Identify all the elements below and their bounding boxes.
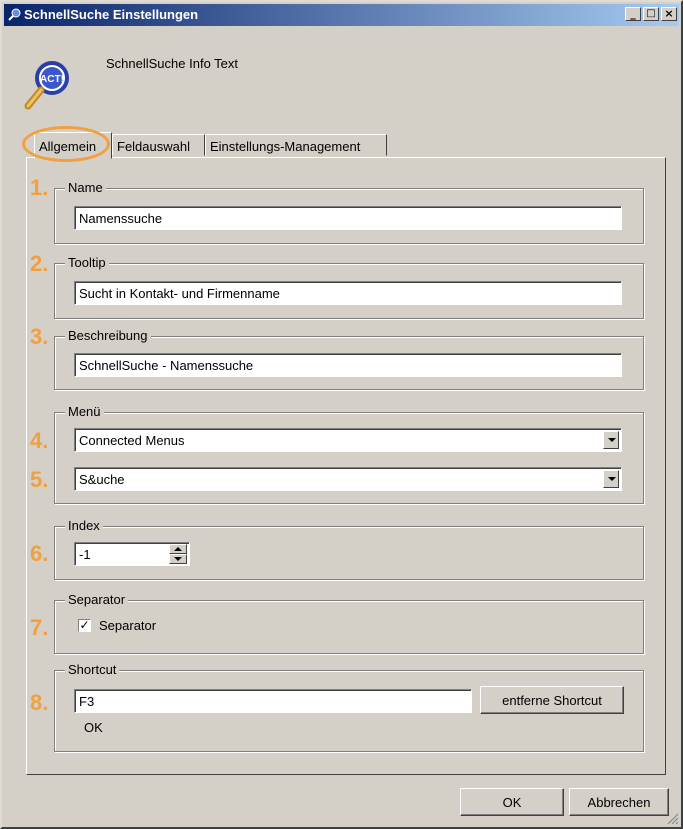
- window-title: SchnellSuche Einstellungen: [24, 7, 199, 22]
- tab-highlight-circle: [22, 126, 110, 162]
- submenu-select-value: S&uche: [79, 472, 125, 487]
- separator-legend: Separator: [65, 592, 129, 607]
- resize-grip-icon[interactable]: [667, 813, 679, 825]
- marker-8: 8.: [30, 690, 49, 715]
- menu-select-value: Connected Menus: [79, 433, 185, 448]
- marker-1: 1.: [30, 175, 49, 200]
- marker-7: 7.: [30, 615, 49, 640]
- submenu-dropdown-arrow-icon[interactable]: [603, 470, 619, 488]
- app-icon: [8, 8, 21, 21]
- title-bar[interactable]: SchnellSuche Einstellungen _ □ ×: [4, 4, 679, 26]
- shortcut-status: OK: [84, 720, 103, 735]
- spin-down-icon[interactable]: [169, 554, 187, 564]
- marker-4: 4.: [30, 428, 49, 453]
- index-legend: Index: [65, 518, 103, 533]
- description-field[interactable]: SchnellSuche - Namenssuche: [74, 353, 622, 377]
- remove-shortcut-button[interactable]: entferne Shortcut: [480, 686, 624, 714]
- marker-3: 3.: [30, 324, 49, 349]
- marker-5: 5.: [30, 467, 49, 492]
- name-legend: Name: [65, 180, 106, 195]
- separator-checkbox-label: Separator: [99, 618, 157, 633]
- ok-button[interactable]: OK: [460, 788, 564, 816]
- index-value: -1: [79, 547, 91, 562]
- cancel-button[interactable]: Abbrechen: [569, 788, 669, 816]
- marker-6: 6.: [30, 541, 49, 566]
- tooltip-legend: Tooltip: [65, 255, 109, 270]
- submenu-select[interactable]: S&uche: [74, 467, 622, 491]
- maximize-button[interactable]: □: [643, 7, 659, 21]
- shortcut-field[interactable]: F3: [74, 689, 472, 713]
- menu-dropdown-arrow-icon[interactable]: [603, 431, 619, 449]
- magnifier-act-icon: ACT!: [24, 61, 69, 110]
- close-button[interactable]: ×: [661, 7, 677, 21]
- marker-2: 2.: [30, 251, 49, 276]
- svg-text:ACT!: ACT!: [40, 74, 64, 85]
- tab-einstellungs-management[interactable]: Einstellungs-Management: [205, 134, 387, 156]
- spin-up-icon[interactable]: [169, 544, 187, 554]
- name-field[interactable]: Namenssuche: [74, 206, 622, 230]
- tooltip-field[interactable]: Sucht in Kontakt- und Firmenname: [74, 281, 622, 305]
- info-text: SchnellSuche Info Text: [106, 56, 239, 71]
- menu-legend: Menü: [65, 404, 104, 419]
- minimize-button[interactable]: _: [625, 7, 641, 21]
- menu-select[interactable]: Connected Menus: [74, 428, 622, 452]
- description-legend: Beschreibung: [65, 328, 151, 343]
- dialog-window: SchnellSuche Einstellungen _ □ × ACT! Sc…: [0, 0, 683, 829]
- tab-feldauswahl[interactable]: Feldauswahl: [112, 134, 205, 156]
- separator-checkbox[interactable]: ✓: [78, 619, 91, 632]
- shortcut-legend: Shortcut: [65, 662, 120, 677]
